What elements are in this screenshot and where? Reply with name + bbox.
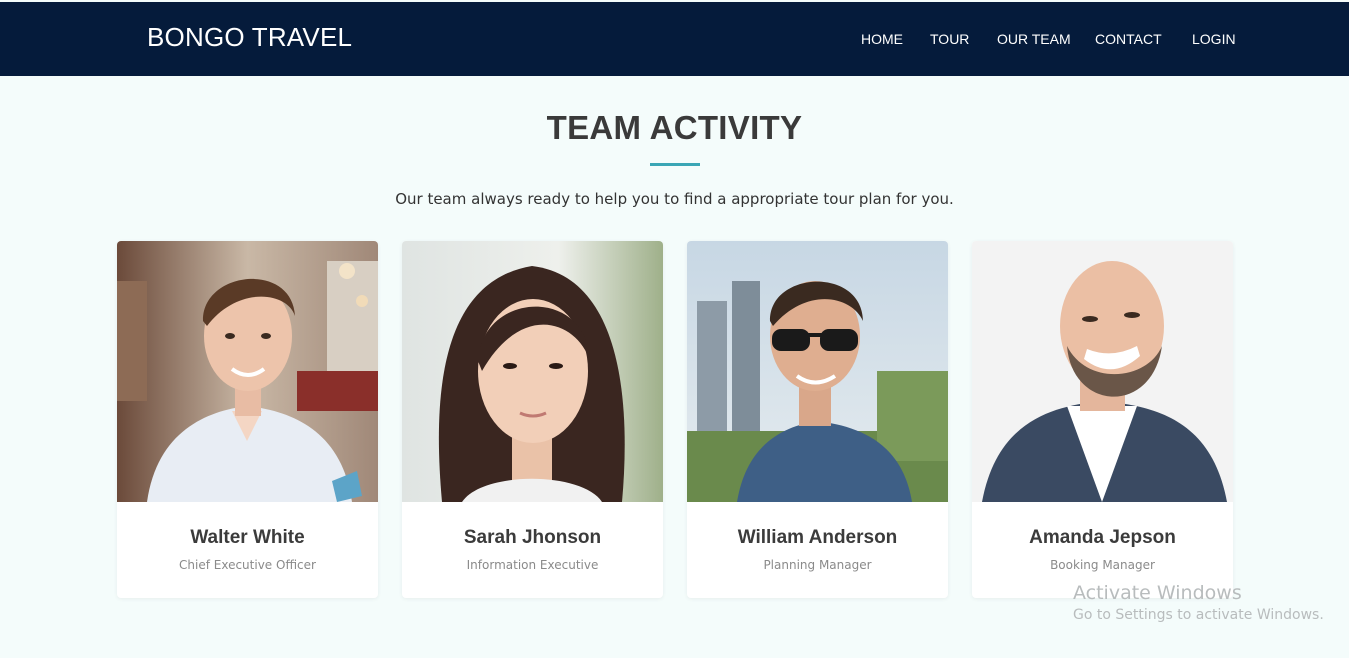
nav-home[interactable]: HOME [861,31,903,47]
team-card: Amanda Jepson Booking Manager [972,241,1233,598]
nav-our-team[interactable]: OUR TEAM [997,31,1071,47]
title-underline [650,163,700,166]
member-photo [972,241,1233,502]
windows-watermark-subtitle: Go to Settings to activate Windows. [1073,607,1324,623]
member-photo [687,241,948,502]
team-card: Sarah Jhonson Information Executive [402,241,663,598]
member-photo [117,241,378,502]
member-role: Information Executive [466,558,599,572]
member-name: Walter White [190,527,305,548]
member-role: Booking Manager [1050,558,1155,572]
section-subtitle: Our team always ready to help you to fin… [395,190,954,208]
team-card: William Anderson Planning Manager [687,241,948,598]
windows-watermark-title: Activate Windows [1073,582,1242,604]
member-role: Chief Executive Officer [179,558,316,572]
member-photo [402,241,663,502]
member-role: Planning Manager [763,558,872,572]
nav-contact[interactable]: CONTACT [1095,31,1162,47]
brand-logo[interactable]: BONGO TRAVEL [147,22,352,53]
team-card: Walter White Chief Executive Officer [117,241,378,598]
nav-login[interactable]: LOGIN [1192,31,1236,47]
nav-tour[interactable]: TOUR [930,31,969,47]
member-name: Sarah Jhonson [463,527,602,548]
member-name: William Anderson [737,527,898,548]
member-name: Amanda Jepson [1029,527,1176,548]
navbar: BONGO TRAVEL HOME TOUR OUR TEAM CONTACT … [0,2,1349,76]
section-title: TEAM ACTIVITY [546,109,803,146]
